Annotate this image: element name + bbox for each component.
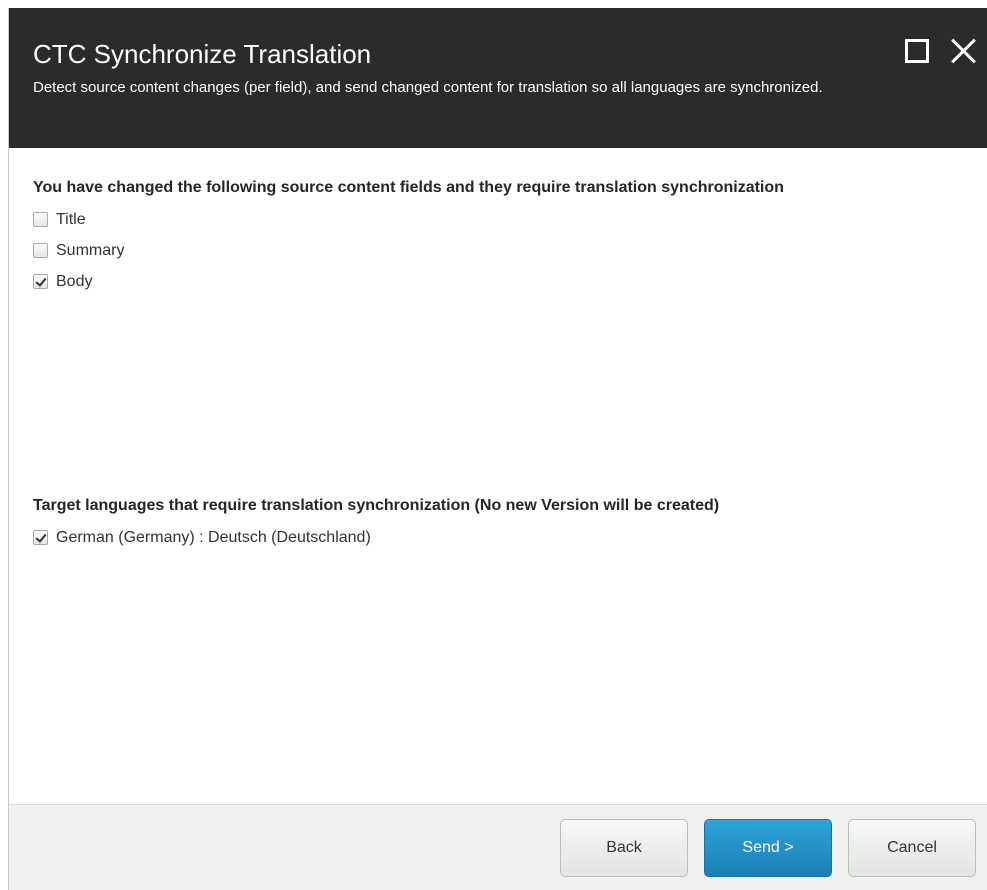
target-languages-section: Target languages that require translatio… <box>33 496 719 553</box>
close-icon[interactable] <box>951 38 977 64</box>
checkbox-title[interactable] <box>33 212 48 227</box>
window-controls <box>905 38 977 64</box>
source-field-body[interactable]: Body <box>33 266 963 297</box>
source-field-summary-label: Summary <box>56 241 125 259</box>
dialog-title: CTC Synchronize Translation <box>33 39 372 69</box>
checkbox-body[interactable] <box>33 274 48 289</box>
source-field-title[interactable]: Title <box>33 204 963 235</box>
source-fields-list: Title Summary Body <box>33 204 963 297</box>
source-fields-section: You have changed the following source co… <box>33 178 963 297</box>
target-languages-heading: Target languages that require translatio… <box>33 497 720 514</box>
send-button[interactable]: Send > <box>704 818 832 877</box>
dialog-header: CTC Synchronize Translation Detect sourc… <box>9 8 987 148</box>
back-button[interactable]: Back <box>560 818 688 877</box>
dialog-footer: Back Send > Cancel <box>9 804 987 890</box>
target-languages-list: German (Germany) : Deutsch (Deutschland) <box>33 522 719 553</box>
dialog-subtitle: Detect source content changes (per field… <box>33 79 823 96</box>
maximize-icon[interactable] <box>905 39 929 63</box>
source-field-summary[interactable]: Summary <box>33 235 963 266</box>
source-field-title-label: Title <box>56 210 86 228</box>
target-language-german-label: German (Germany) : Deutsch (Deutschland) <box>56 528 371 546</box>
source-fields-heading: You have changed the following source co… <box>33 179 784 196</box>
source-field-body-label: Body <box>56 272 93 290</box>
checkbox-summary[interactable] <box>33 243 48 258</box>
checkbox-german[interactable] <box>33 530 48 545</box>
target-language-german[interactable]: German (Germany) : Deutsch (Deutschland) <box>33 522 719 553</box>
synchronize-translation-dialog: CTC Synchronize Translation Detect sourc… <box>8 8 987 890</box>
cancel-button[interactable]: Cancel <box>848 818 976 877</box>
dialog-body: You have changed the following source co… <box>9 148 987 804</box>
